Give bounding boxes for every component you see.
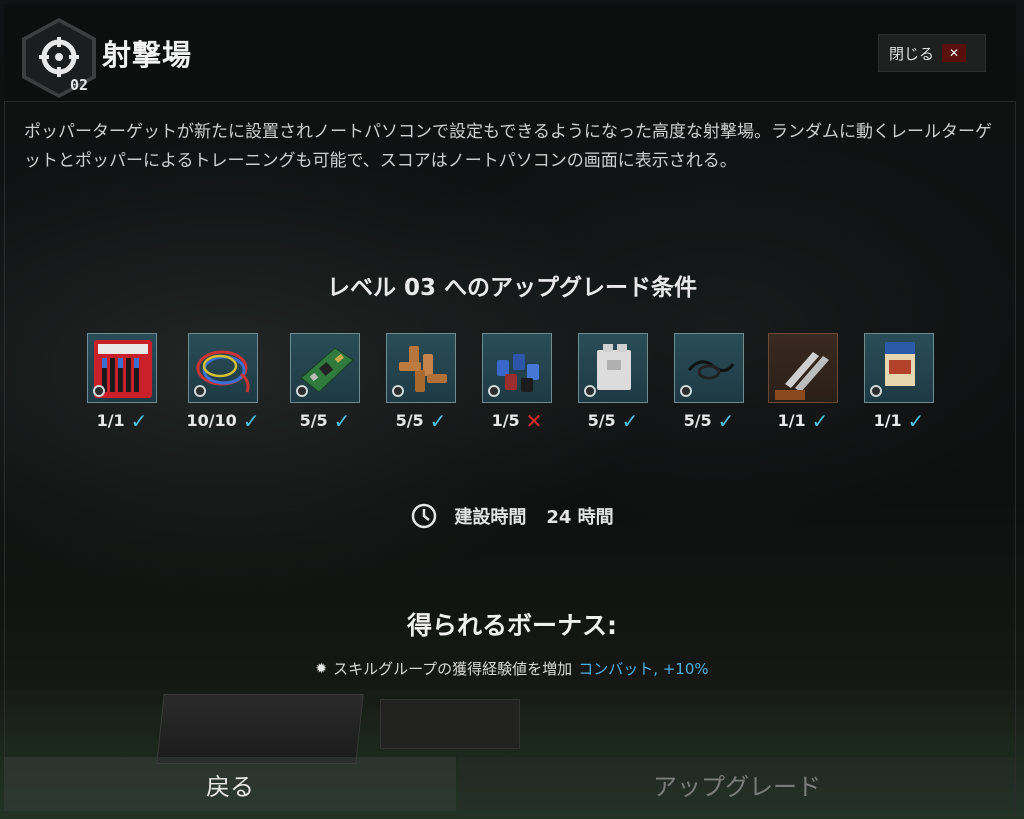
screwdriver-set-icon (87, 333, 157, 403)
clock-icon (412, 503, 437, 529)
checkmark-icon: ✓ (717, 408, 735, 433)
wires-icon (188, 333, 258, 403)
checkmark-icon: ✓ (130, 408, 148, 433)
relay-icon (578, 333, 648, 403)
requirement-quantity-row: 1/1 ✓ (87, 408, 157, 433)
book-icon (864, 333, 934, 403)
requirement-item[interactable]: 1/5 ✕ (482, 333, 552, 433)
checkmark-icon: ✓ (242, 408, 260, 433)
requirement-quantity-row: 10/10 ✓ (186, 408, 260, 433)
area-description: ポッパーターゲットが新たに設置されノートパソコンで設定もできるようになった高度な… (24, 122, 992, 171)
found-in-raid-icon (488, 385, 500, 397)
requirement-quantity-row: 1/1 ✓ (864, 408, 934, 433)
requirements-list: 1/1 ✓ 10/10 ✓ 5/5 ✓ 5/5 ✓ 1/5 ✕ 5/5 ✓ 5/… (0, 333, 1024, 433)
requirement-item[interactable]: 5/5 ✓ (386, 333, 456, 433)
requirement-item[interactable]: 5/5 ✓ (290, 333, 360, 433)
requirement-item[interactable]: 1/1 ✓ (864, 333, 934, 433)
capacitors-icon (482, 333, 552, 403)
found-in-raid-icon (680, 385, 692, 397)
build-time-value: 24 時間 (546, 507, 614, 528)
area-badge: 02 (22, 18, 96, 98)
crosshair-icon (39, 37, 79, 77)
requirement-item[interactable]: 5/5 ✓ (674, 333, 744, 433)
requirement-quantity-row: 1/5 ✕ (482, 408, 552, 433)
found-in-raid-icon (584, 385, 596, 397)
checkmark-icon: ✓ (811, 408, 829, 433)
requirement-quantity: 1/5 (491, 411, 520, 430)
checkmark-icon: ✓ (621, 408, 639, 433)
bonus-title: 得られるボーナス: (407, 611, 617, 640)
header: 02 射撃場 閉じる ✕ (4, 4, 1016, 102)
requirement-quantity: 5/5 (683, 411, 712, 430)
back-button[interactable]: 戻る (4, 757, 456, 811)
upgrade-button[interactable]: アップグレード (458, 757, 1016, 811)
requirement-quantity: 1/1 (777, 411, 806, 430)
requirement-quantity: 5/5 (395, 411, 424, 430)
multitool-icon (768, 333, 838, 403)
found-in-raid-icon (194, 385, 206, 397)
requirement-item[interactable]: 10/10 ✓ (186, 333, 260, 433)
lightbulb-icon: ✹ (315, 660, 328, 677)
requirement-quantity: 1/1 (873, 411, 902, 430)
close-icon: ✕ (942, 44, 967, 62)
found-in-raid-icon (392, 385, 404, 397)
footer: 戻る アップグレード (4, 757, 1016, 811)
cross-icon: ✕ (525, 408, 543, 433)
bonus-highlight: コンバット, +10% (578, 660, 709, 678)
requirement-quantity-row: 5/5 ✓ (578, 408, 648, 433)
requirement-quantity-row: 5/5 ✓ (290, 408, 360, 433)
requirement-quantity-row: 5/5 ✓ (386, 408, 456, 433)
requirement-quantity: 10/10 (186, 411, 237, 430)
requirement-quantity-row: 5/5 ✓ (674, 408, 744, 433)
checkmark-icon: ✓ (907, 408, 925, 433)
circuit-board-icon (290, 333, 360, 403)
copper-fittings-icon (386, 333, 456, 403)
build-time: 建設時間 24 時間 (0, 502, 1024, 530)
requirement-quantity: 5/5 (587, 411, 616, 430)
page-title: 射撃場 (102, 38, 193, 72)
requirement-quantity: 1/1 (96, 411, 125, 430)
requirement-item[interactable]: 5/5 ✓ (578, 333, 648, 433)
requirements-title: レベル 03 へのアップグレード条件 (326, 275, 698, 301)
requirement-quantity: 5/5 (299, 411, 328, 430)
bonus-row: ✹ スキルグループの獲得経験値を増加 コンバット, +10% (0, 658, 1024, 679)
requirement-item[interactable]: 1/1 ✓ (768, 333, 838, 433)
found-in-raid-icon (93, 385, 105, 397)
requirement-quantity-row: 1/1 ✓ (768, 408, 838, 433)
found-in-raid-icon (296, 385, 308, 397)
checkmark-icon: ✓ (333, 408, 351, 433)
found-in-raid-icon (870, 385, 882, 397)
cable-icon (674, 333, 744, 403)
bonus-text: スキルグループの獲得経験値を増加 (333, 660, 573, 678)
requirement-item[interactable]: 1/1 ✓ (87, 333, 157, 433)
checkmark-icon: ✓ (429, 408, 447, 433)
close-label: 閉じる (889, 44, 935, 63)
area-level: 02 (70, 76, 89, 94)
build-time-label: 建設時間 (454, 507, 527, 528)
close-button[interactable]: 閉じる ✕ (878, 34, 986, 72)
